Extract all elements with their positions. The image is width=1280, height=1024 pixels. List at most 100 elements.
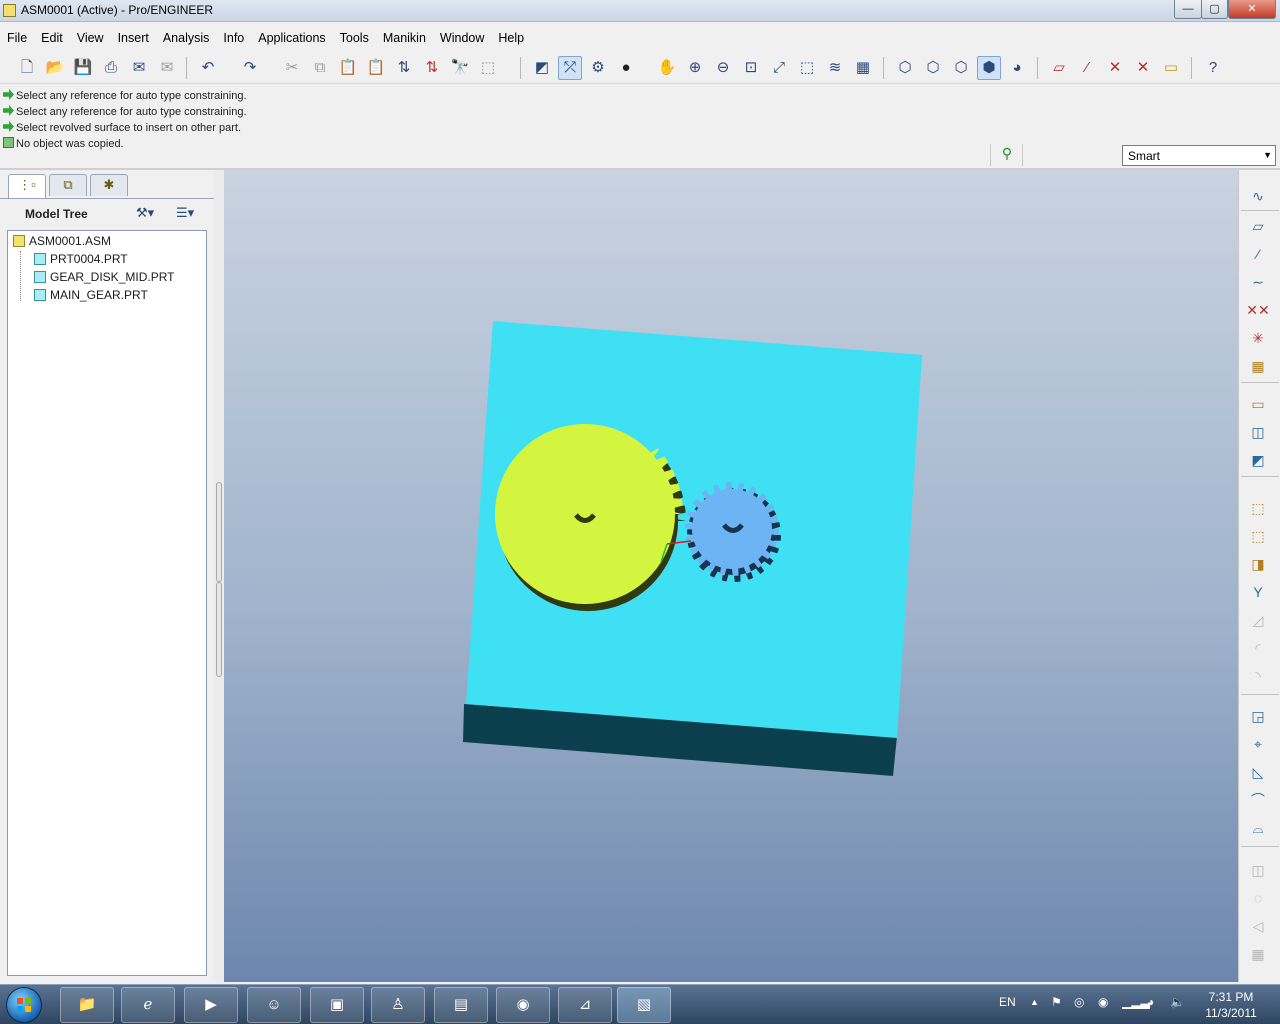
no-hidden-icon[interactable]: ⬡ [949, 56, 973, 80]
menu-file[interactable]: File [0, 28, 34, 45]
menu-view[interactable]: View [70, 28, 111, 45]
package-icon[interactable]: ◩ [1244, 448, 1272, 472]
menu-edit[interactable]: Edit [34, 28, 70, 45]
sweep-icon[interactable]: ⌒ [1244, 788, 1272, 812]
menu-tools[interactable]: Tools [333, 28, 376, 45]
action-center-icon[interactable]: ⚑ [1051, 995, 1062, 1009]
refit-icon[interactable]: ⊡ [739, 56, 763, 80]
zoom-out-icon[interactable]: ⊖ [711, 56, 735, 80]
copy-icon[interactable]: ⧉ [308, 56, 332, 80]
sash-grip-upper[interactable] [216, 482, 222, 582]
mirror-icon[interactable]: ◫ [1244, 858, 1272, 882]
panel-sash[interactable] [214, 170, 224, 982]
tray-expand-icon[interactable]: ▲ [1030, 997, 1039, 1007]
revolve-icon[interactable]: Y [1244, 580, 1272, 604]
merge-icon[interactable]: ◌ [1244, 886, 1272, 910]
orient-mode-icon[interactable]: ⚙ [586, 56, 610, 80]
sash-grip-lower[interactable] [216, 582, 222, 677]
network-globe-icon[interactable]: ◕ [1147, 995, 1154, 1009]
explorer-taskbar-icon[interactable]: 📁 [60, 987, 114, 1023]
repaint-icon[interactable]: ◩ [530, 56, 554, 80]
menu-manikin[interactable]: Manikin [376, 28, 433, 45]
traffic-light-icon[interactable]: ⚲ [1000, 145, 1014, 165]
print-icon[interactable]: ⎙ [99, 56, 123, 80]
email-icon[interactable]: ✉ [127, 56, 151, 80]
draft-icon[interactable]: ◺ [1244, 760, 1272, 784]
email-link-icon[interactable]: ✉ [155, 56, 179, 80]
select-box-icon[interactable]: ⬚ [476, 56, 500, 80]
tray-app-icon[interactable]: ◎ [1074, 995, 1084, 1009]
save-icon[interactable]: 💾 [71, 56, 95, 80]
annotations-icon[interactable]: ▭ [1159, 56, 1183, 80]
datum-points-icon[interactable]: ✕ [1103, 56, 1127, 80]
reorient-icon[interactable]: ⤢ [767, 56, 791, 80]
menu-applications[interactable]: Applications [251, 28, 332, 45]
shading-icon[interactable]: ⬢ [977, 56, 1001, 80]
trim-icon[interactable]: ◁ [1244, 914, 1272, 938]
hidden-line-icon[interactable]: ⬡ [921, 56, 945, 80]
tree-tools-icon[interactable]: ⚒▾ [136, 205, 154, 221]
redo-icon[interactable]: ↷ [238, 56, 262, 80]
volume-icon[interactable]: 🔈 [1170, 995, 1185, 1009]
ie-taskbar-icon[interactable]: ℯ [121, 987, 175, 1023]
m-app-taskbar-icon[interactable]: ▤ [434, 987, 488, 1023]
datum-planes-icon[interactable]: ▱ [1047, 56, 1071, 80]
tab-model-tree[interactable]: ⋮▫ [8, 174, 46, 198]
app-taskbar-icon[interactable]: ♙ [371, 987, 425, 1023]
round-icon[interactable]: ◜ [1244, 636, 1272, 660]
paste-special-icon[interactable]: 📋 [364, 56, 388, 80]
pan-hand-icon[interactable]: ✋ [655, 56, 679, 80]
undo-icon[interactable]: ↶ [196, 56, 220, 80]
find-icon[interactable]: 🔭 [448, 56, 472, 80]
virus-app-taskbar-icon[interactable]: ◉ [496, 987, 550, 1023]
chamfer-icon[interactable]: ◝ [1244, 664, 1272, 688]
hole-icon[interactable]: ◲ [1244, 704, 1272, 728]
acrobat-taskbar-icon[interactable]: ⊿ [558, 987, 612, 1023]
layers-icon[interactable]: ≋ [823, 56, 847, 80]
graphics-window[interactable] [224, 170, 1238, 982]
shell-icon[interactable]: ◿ [1244, 608, 1272, 632]
coord-systems-icon[interactable]: ✕ [1131, 56, 1155, 80]
regenerate-icon[interactable]: ⇅ [392, 56, 416, 80]
grid-icon[interactable]: ▦ [1244, 942, 1272, 966]
spin-center-icon[interactable]: ⤱ [558, 56, 582, 80]
menu-info[interactable]: Info [216, 28, 251, 45]
copy-geom-icon[interactable]: ◨ [1244, 552, 1272, 576]
tree-settings-icon[interactable]: ☰▾ [176, 205, 194, 221]
pattern-icon[interactable]: ⌖ [1244, 732, 1272, 756]
create-component-icon[interactable]: ◫ [1244, 420, 1272, 444]
start-button[interactable] [6, 987, 42, 1023]
maximize-button[interactable]: ▢ [1201, 0, 1228, 19]
media-player-taskbar-icon[interactable]: ▶ [184, 987, 238, 1023]
insert-2-icon[interactable]: ⬚ [1244, 524, 1272, 548]
cut-tool-icon[interactable]: ⌓ [1244, 816, 1272, 840]
insert-icon[interactable]: ⬚ [1244, 496, 1272, 520]
tab-favorites[interactable]: ✱ [90, 174, 128, 196]
cut-icon[interactable]: ✂ [280, 56, 304, 80]
open-folder-icon[interactable]: 📂 [43, 56, 67, 80]
new-file-icon[interactable]: 🗋 [15, 56, 39, 80]
model-viewport[interactable] [224, 170, 1238, 982]
proe-taskbar-icon[interactable]: ▧ [617, 987, 671, 1023]
tree-item-prt0004[interactable]: PRT0004.PRT [34, 251, 128, 267]
tree-item-main-gear[interactable]: MAIN_GEAR.PRT [34, 287, 148, 303]
tab-folder-browser[interactable]: ⧉ [49, 174, 87, 196]
appearance-gallery-icon[interactable]: ● [614, 56, 638, 80]
assemble-tool-icon[interactable]: ▭ [1244, 392, 1272, 416]
csys-tool-icon[interactable]: ✳ [1244, 326, 1272, 350]
tree-item-asm0001[interactable]: ASM0001.ASM [13, 233, 111, 249]
torrent-icon[interactable]: ◉ [1098, 995, 1108, 1009]
menu-insert[interactable]: Insert [111, 28, 156, 45]
curve-tool-icon[interactable]: ∼ [1244, 270, 1272, 294]
regen-manager-icon[interactable]: ⇅ [420, 56, 444, 80]
system-clock[interactable]: 7:31 PM 11/3/2011 [1192, 989, 1270, 1021]
wireframe-icon[interactable]: ⬡ [893, 56, 917, 80]
plane-tool-icon[interactable]: ▱ [1244, 214, 1272, 238]
point-tool-icon[interactable]: ✕✕ [1244, 298, 1272, 322]
network-signal-icon[interactable]: ▁▂▃ [1122, 995, 1150, 1009]
close-button[interactable]: ✕ [1228, 0, 1276, 19]
context-help-icon[interactable]: ? [1201, 56, 1225, 80]
view-manager-icon[interactable]: ▦ [851, 56, 875, 80]
menu-analysis[interactable]: Analysis [156, 28, 217, 45]
axis-tool-icon[interactable]: ⁄ [1244, 242, 1272, 266]
